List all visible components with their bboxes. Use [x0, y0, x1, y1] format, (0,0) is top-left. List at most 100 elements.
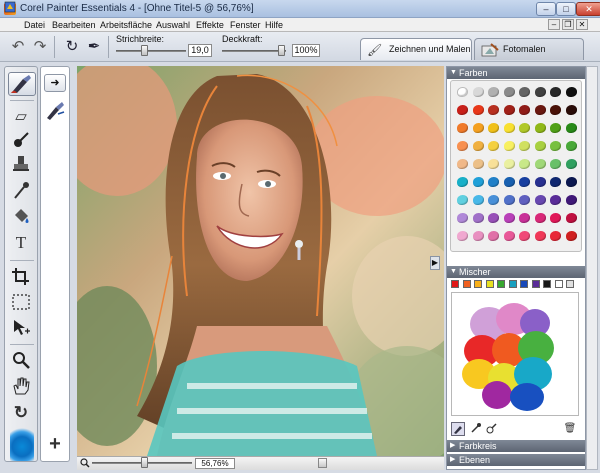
color-swatch[interactable]	[457, 231, 468, 241]
close-button[interactable]: ✕	[576, 2, 600, 16]
mixer-swatch[interactable]	[520, 280, 528, 288]
menu-effekte[interactable]: Effekte	[196, 20, 224, 30]
tab-zeichnen-und-malen[interactable]: 🖌 Zeichnen und Malen	[360, 38, 472, 60]
color-swatch[interactable]	[550, 195, 561, 205]
stamp-icon[interactable]	[9, 154, 33, 176]
color-swatch[interactable]	[503, 177, 515, 187]
brush-width-slider-track[interactable]	[116, 50, 186, 52]
redo-icon[interactable]: ↷	[30, 37, 50, 57]
color-swatch[interactable]	[534, 177, 546, 187]
brush-width-slider-thumb[interactable]	[141, 45, 148, 56]
brush-tool[interactable]	[8, 72, 36, 96]
opacity-field[interactable]: 100%	[292, 44, 320, 57]
undo-icon[interactable]: ↶	[8, 37, 28, 57]
color-swatch[interactable]	[457, 213, 468, 223]
color-swatch[interactable]	[534, 105, 546, 115]
minimize-button[interactable]: ‒	[536, 2, 556, 16]
document-restore-button[interactable]: ❐	[562, 19, 574, 30]
text-tool-icon[interactable]: T	[9, 232, 33, 254]
color-swatch[interactable]	[457, 141, 468, 151]
color-swatch[interactable]	[488, 141, 499, 151]
color-swatch[interactable]	[488, 123, 499, 133]
color-swatch[interactable]	[519, 213, 530, 223]
trash-icon[interactable]: 🗑	[563, 422, 577, 436]
color-swatch[interactable]	[550, 123, 561, 133]
color-swatch[interactable]	[519, 105, 530, 115]
mixer-dropper-icon[interactable]	[469, 422, 483, 436]
color-swatch[interactable]	[565, 213, 577, 223]
add-brush-icon[interactable]: +	[44, 434, 66, 456]
color-swatch[interactable]	[457, 159, 468, 169]
menu-bearbeiten[interactable]: Bearbeiten	[52, 20, 96, 30]
color-swatch[interactable]	[457, 177, 468, 187]
color-swatch[interactable]	[503, 159, 515, 169]
zoom-value-field[interactable]: 56,76%	[195, 458, 235, 469]
hand-icon[interactable]	[9, 376, 33, 398]
menu-fenster[interactable]: Fenster	[230, 20, 261, 30]
color-swatch[interactable]	[488, 159, 499, 169]
color-swatch[interactable]	[534, 141, 546, 151]
colors-panel-header[interactable]: ▼ Farben	[447, 67, 585, 79]
move-icon[interactable]	[9, 318, 33, 340]
eraser-icon[interactable]: ▱	[9, 106, 33, 128]
menu-datei[interactable]: Datei	[24, 20, 45, 30]
color-swatch[interactable]	[534, 87, 546, 97]
menu-arbeitsflaeche[interactable]: Arbeitsfläche	[100, 20, 152, 30]
color-swatch[interactable]	[550, 213, 561, 223]
zoom-icon[interactable]	[80, 458, 90, 468]
color-swatch[interactable]	[565, 159, 577, 169]
brush-category-icon[interactable]	[44, 100, 66, 126]
mixer-swatch[interactable]	[462, 280, 471, 288]
zoom-slider-thumb[interactable]	[141, 457, 148, 468]
color-swatch[interactable]	[472, 105, 484, 115]
paint-bucket-icon[interactable]	[9, 206, 33, 228]
color-swatch[interactable]	[519, 159, 530, 169]
pipette-icon[interactable]	[9, 180, 33, 202]
color-swatch[interactable]	[503, 195, 515, 205]
color-swatch[interactable]	[488, 177, 499, 187]
mixer-swatch[interactable]	[531, 280, 540, 288]
mixer-swatch[interactable]	[543, 280, 551, 288]
dropper-tool-icon[interactable]	[9, 130, 33, 152]
mixer-swatch[interactable]	[497, 280, 505, 288]
color-swatch[interactable]	[488, 105, 499, 115]
color-swatch[interactable]	[550, 159, 561, 169]
mixer-swatch[interactable]	[485, 280, 494, 288]
color-swatch[interactable]	[457, 195, 468, 205]
document-canvas[interactable]	[77, 66, 444, 456]
color-wheel-panel-header[interactable]: ▶ Farbkreis	[447, 440, 585, 452]
mixer-panel-header[interactable]: ▼ Mischer	[447, 266, 585, 278]
color-swatch[interactable]	[472, 87, 484, 97]
brush-ghost-icon[interactable]: ↻	[62, 37, 82, 57]
zoom-tool-icon[interactable]	[9, 350, 33, 372]
color-swatch[interactable]	[550, 177, 561, 187]
color-swatch[interactable]	[488, 195, 499, 205]
opacity-slider-track[interactable]	[222, 50, 286, 52]
menu-auswahl[interactable]: Auswahl	[156, 20, 190, 30]
color-swatch[interactable]	[550, 141, 561, 151]
maximize-button[interactable]: □	[556, 2, 576, 16]
document-icon[interactable]	[4, 1, 16, 13]
color-swatch[interactable]	[519, 87, 530, 97]
color-swatch[interactable]	[488, 87, 499, 97]
color-swatch[interactable]	[565, 231, 577, 241]
color-swatch[interactable]	[565, 87, 577, 97]
color-swatch[interactable]	[519, 141, 530, 151]
color-swatch[interactable]	[488, 213, 499, 223]
mixer-swatch[interactable]	[451, 280, 459, 288]
color-swatch[interactable]	[534, 123, 546, 133]
color-swatch[interactable]	[550, 87, 561, 97]
color-swatch[interactable]	[565, 141, 577, 151]
color-swatch[interactable]	[550, 105, 561, 115]
color-swatch[interactable]	[488, 231, 499, 241]
color-swatch[interactable]	[519, 177, 530, 187]
layers-panel-header[interactable]: ▶ Ebenen	[447, 454, 585, 466]
brush-width-field[interactable]: 19,0	[188, 44, 212, 57]
color-swatch[interactable]	[519, 231, 530, 241]
mixer-swatch[interactable]	[508, 280, 517, 288]
tab-fotomalen[interactable]: Fotomalen	[474, 38, 584, 60]
panel-collapse-icon[interactable]: ▶	[430, 256, 440, 270]
color-swatch[interactable]	[534, 231, 546, 241]
color-swatch[interactable]	[565, 195, 577, 205]
color-swatch[interactable]	[550, 231, 561, 241]
